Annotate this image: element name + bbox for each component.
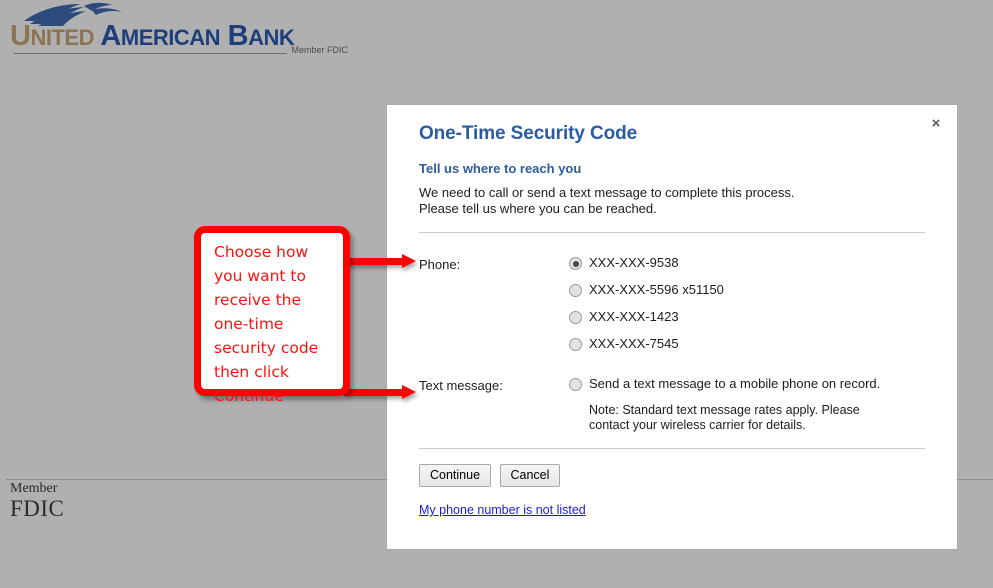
bank-page-background: UNITED AMERICAN BANK Member FDIC Member … [0, 0, 993, 588]
arrow-head [402, 385, 416, 399]
phone-radio-group: XXX-XXX-9538 XXX-XXX-5596 x51150 XXX-XXX… [569, 255, 925, 351]
annotation-callout-text: Choose how you want to receive the one-t… [214, 243, 319, 405]
phone-option-row: Phone: XXX-XXX-9538 XXX-XXX-5596 x51150 … [419, 255, 925, 351]
text-message-note-line-1: Note: Standard text message rates apply.… [589, 403, 860, 417]
close-icon[interactable]: × [927, 115, 945, 133]
text-message-note: Note: Standard text message rates apply.… [589, 403, 889, 433]
dialog-body: One-Time Security Code Tell us where to … [419, 123, 925, 519]
text-message-radio-group: Send a text message to a mobile phone on… [569, 376, 925, 433]
radio-text-message[interactable] [569, 378, 582, 391]
phone-option-3[interactable]: XXX-XXX-1423 [569, 309, 925, 324]
phone-option-4[interactable]: XXX-XXX-7545 [569, 336, 925, 351]
continue-button[interactable]: Continue [419, 464, 492, 487]
footer-member-label: Member [10, 481, 58, 496]
cancel-button[interactable]: Cancel [499, 464, 561, 487]
arrow-shaft [344, 389, 404, 396]
arrow-shaft [344, 258, 404, 265]
phone-label: Phone: [419, 257, 461, 272]
phone-option-1[interactable]: XXX-XXX-9538 [569, 255, 925, 270]
logo-member-fdic-tagline: Member FDIC [287, 45, 348, 55]
phone-option-2[interactable]: XXX-XXX-5596 x51150 [569, 282, 925, 297]
bank-logo-header: UNITED AMERICAN BANK Member FDIC [8, 2, 348, 64]
dialog-intro-line-2: Please tell us where you can be reached. [419, 201, 657, 216]
radio-phone-2[interactable] [569, 284, 582, 297]
logo-word-american: AMERICAN BANK [93, 20, 295, 52]
radio-phone-4[interactable] [569, 338, 582, 351]
dialog-subtitle: Tell us where to reach you [419, 161, 582, 176]
phone-not-listed-link[interactable]: My phone number is not listed [419, 503, 586, 517]
text-message-note-line-2: contact your wireless carrier for detail… [589, 418, 806, 432]
dialog-separator-top [419, 232, 925, 233]
text-message-option[interactable]: Send a text message to a mobile phone on… [569, 376, 925, 391]
dialog-actions: Continue Cancel [419, 464, 925, 487]
text-message-label: Text message: [419, 378, 503, 393]
annotation-arrow-text-message [344, 385, 417, 399]
dialog-intro-line-1: We need to call or send a text message t… [419, 185, 795, 200]
footer-member-fdic: Member FDIC [10, 481, 65, 521]
phone-option-3-label: XXX-XXX-1423 [589, 309, 679, 324]
one-time-security-code-dialog: × One-Time Security Code Tell us where t… [387, 105, 957, 549]
phone-option-1-label: XXX-XXX-9538 [589, 255, 679, 270]
logo-word-united: UNITED [10, 20, 94, 52]
radio-phone-3[interactable] [569, 311, 582, 324]
phone-option-2-label: XXX-XXX-5596 x51150 [589, 282, 724, 297]
phone-option-4-label: XXX-XXX-7545 [589, 336, 679, 351]
annotation-arrow-phone [344, 254, 417, 268]
dialog-separator-bottom [419, 448, 925, 449]
text-message-option-row: Text message: Send a text message to a m… [419, 376, 925, 433]
annotation-callout-box: Choose how you want to receive the one-t… [194, 226, 350, 405]
text-message-option-label: Send a text message to a mobile phone on… [589, 376, 881, 391]
arrow-head [402, 254, 416, 268]
footer-fdic-label: FDIC [10, 495, 65, 521]
radio-phone-1[interactable] [569, 257, 582, 270]
logo-wordmark: UNITED AMERICAN BANK [10, 20, 295, 53]
dialog-title: One-Time Security Code [419, 123, 638, 144]
